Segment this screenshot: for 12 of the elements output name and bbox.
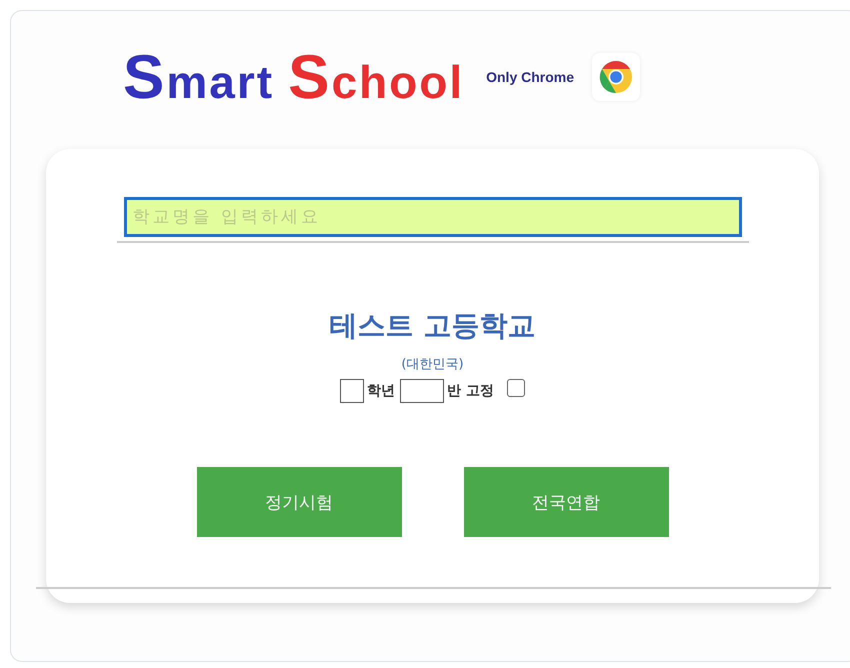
country: (대한민국) (401, 356, 464, 373)
exam-button[interactable]: 전국연합 (464, 467, 668, 537)
exam-button[interactable]: 정기시험 (196, 467, 402, 537)
logo: Smart School (123, 42, 464, 112)
fixed-checkbox[interactable] (506, 379, 525, 397)
class-field[interactable] (400, 379, 444, 403)
browser-icon[interactable] (592, 53, 640, 101)
grade-label: 학년 (367, 382, 396, 400)
school-name: 테스트 고등학교 (330, 308, 536, 344)
grade-field[interactable] (340, 379, 364, 403)
class-label: 반 고정 (447, 382, 494, 400)
browser-note: Only Chrome (486, 69, 574, 85)
